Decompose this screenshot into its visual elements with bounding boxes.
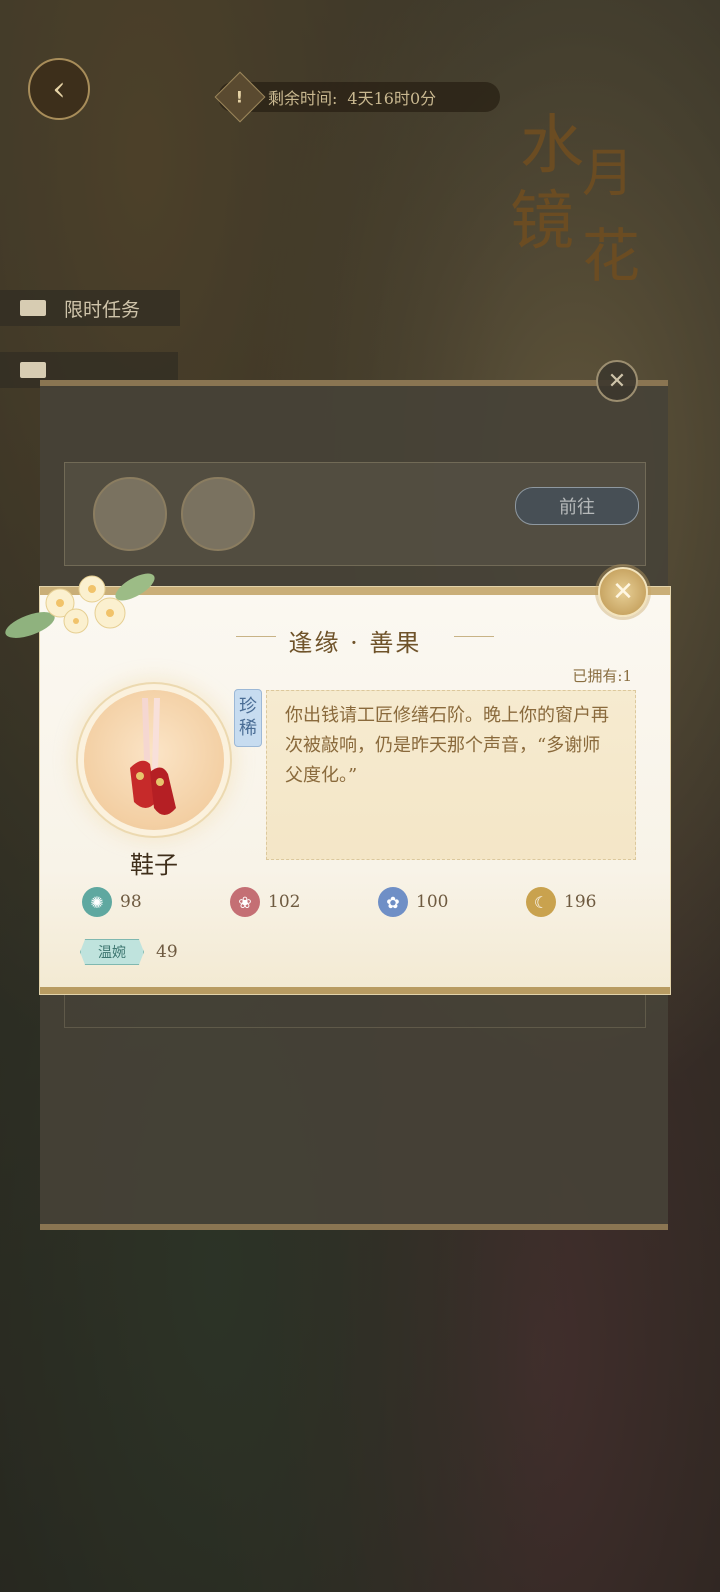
back-button[interactable]: ‹ <box>28 58 90 120</box>
remaining-time-bar: ! 剩余时间: 4天16时0分 <box>214 71 500 123</box>
stat-1: ✺ 98 <box>82 887 142 917</box>
blue-flower-icon: ✿ <box>378 887 408 917</box>
modal-close-button[interactable]: ✕ <box>598 567 648 617</box>
gold-moon-icon: ☾ <box>526 887 556 917</box>
panel-close-button[interactable]: ✕ <box>596 360 638 402</box>
flower-decoration <box>5 573 155 638</box>
close-icon: ✕ <box>607 368 627 394</box>
teal-swirl-icon: ✺ <box>82 887 112 917</box>
title-ornament-right <box>454 636 494 637</box>
item-portrait <box>84 690 224 830</box>
tab-label: 限时任务 <box>64 298 141 321</box>
tab-icon <box>20 300 46 316</box>
tab-icon <box>20 362 46 378</box>
timer-label: 剩余时间: <box>268 89 338 108</box>
back-arrow-icon: ‹ <box>52 69 66 109</box>
timer-value: 4天16时0分 <box>347 89 437 108</box>
owned-count: 已拥有:1 <box>572 667 632 685</box>
stats-row: ✺ 98 ❀ 102 ✿ 100 ☾ 196 <box>82 887 642 927</box>
rarity-tag: 珍 稀 <box>234 689 262 747</box>
task-row: 前往 <box>64 462 646 566</box>
reward-item-2[interactable] <box>181 477 255 551</box>
trait-value: 49 <box>156 942 178 962</box>
goto-button[interactable]: 前往 <box>515 487 639 525</box>
event-logo: 水 月 镜 花 <box>510 109 641 290</box>
red-shoe-icon <box>130 698 176 815</box>
close-icon: ✕ <box>612 577 634 607</box>
trait-row: 温婉 49 <box>80 939 178 965</box>
item-name: 鞋子 <box>130 851 178 879</box>
stat-3: ✿ 100 <box>378 887 448 917</box>
trait-badge: 温婉 <box>80 939 144 965</box>
stat-4: ☾ 196 <box>526 887 596 917</box>
stat-2: ❀ 102 <box>230 887 300 917</box>
item-description: 你出钱请工匠修缮石阶。晚上你的窗户再次被敲响，仍是昨天那个声音，“多谢师父度化。… <box>266 690 636 860</box>
tab-limited-tasks[interactable]: 限时任务 <box>0 290 180 326</box>
reward-item-1[interactable] <box>93 477 167 551</box>
red-lotus-icon: ❀ <box>230 887 260 917</box>
